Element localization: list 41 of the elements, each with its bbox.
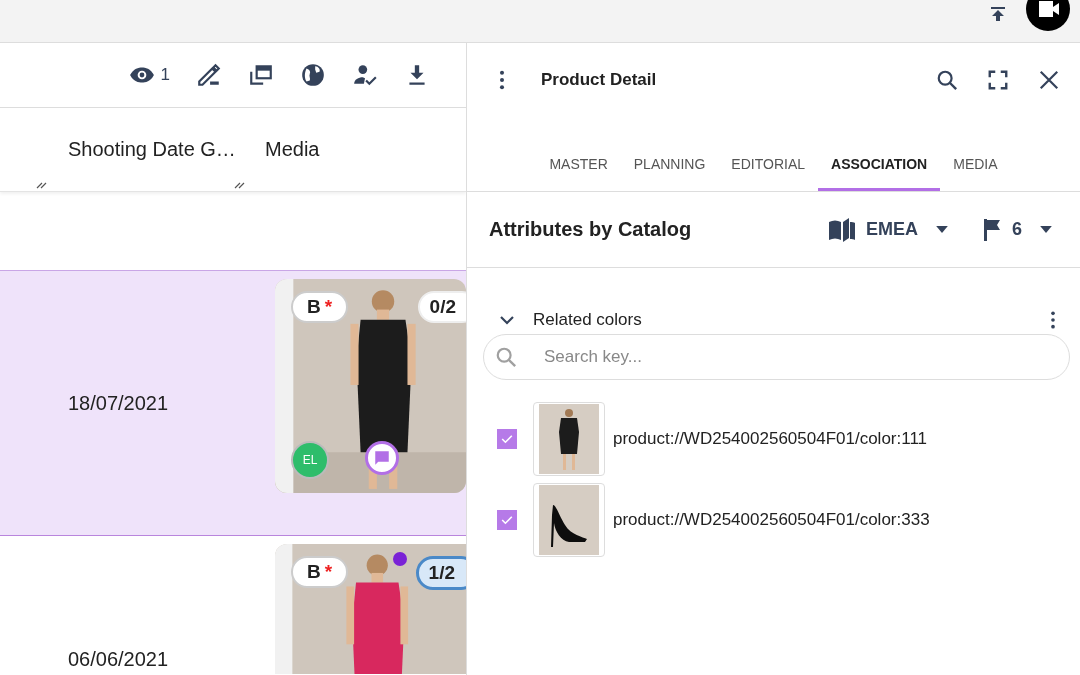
count-badge: 0/2: [417, 291, 466, 323]
chat-icon: [373, 449, 391, 467]
tab[interactable]: ASSOCIATION: [818, 117, 941, 191]
person-check-icon[interactable]: [352, 62, 378, 88]
more-icon[interactable]: [1050, 310, 1056, 330]
table-row[interactable]: 06/06/2021 B * 1/2: [0, 536, 466, 675]
section-title: Attributes by Catalog: [489, 218, 693, 241]
tab[interactable]: MASTER: [536, 117, 621, 191]
tab[interactable]: EDITORIAL: [718, 117, 818, 191]
search-icon: [495, 346, 517, 368]
count-badge: 1/2: [415, 556, 466, 590]
tab[interactable]: PLANNING: [620, 117, 719, 191]
pencil-icon[interactable]: [196, 62, 222, 88]
caret-icon: [936, 226, 948, 233]
item-key: product://WD254002560504F01/color:111: [613, 428, 928, 449]
panel-title: Product Detail: [541, 70, 658, 90]
book-icon: [827, 217, 856, 242]
date-cell-text: 18/07/2021: [67, 391, 170, 415]
column-header[interactable]: Media: [265, 138, 320, 161]
caret-icon: [1040, 226, 1052, 233]
group-title[interactable]: Related colors: [533, 310, 1050, 330]
video-camera-icon[interactable]: [1026, 0, 1070, 31]
chevron-icon[interactable]: [499, 315, 515, 325]
selected-row[interactable]: 18/07/2021 B * 0/2 EL: [0, 271, 466, 536]
more-icon[interactable]: [499, 69, 505, 91]
tab[interactable]: MEDIA: [940, 117, 1011, 191]
catalog-dropdown[interactable]: EMEA: [821, 216, 954, 243]
view-count: 1: [160, 65, 170, 85]
search-icon[interactable]: [936, 69, 958, 91]
fullscreen-icon[interactable]: [987, 69, 1009, 91]
search-field[interactable]: Search key...: [483, 334, 1070, 380]
checkbox[interactable]: [497, 428, 517, 449]
column-header[interactable]: Shooting Date G…: [68, 138, 236, 161]
flag-dropdown[interactable]: 6: [976, 216, 1058, 243]
close-icon[interactable]: [1038, 69, 1060, 91]
item-key: product://WD254002560504F01/color:333: [613, 509, 930, 530]
flag-icon: [982, 217, 1002, 242]
date-cell-text: 06/06/2021: [67, 647, 170, 671]
checkbox[interactable]: [497, 509, 517, 530]
copy-icon[interactable]: [248, 62, 274, 88]
globe-icon[interactable]: [300, 62, 326, 88]
